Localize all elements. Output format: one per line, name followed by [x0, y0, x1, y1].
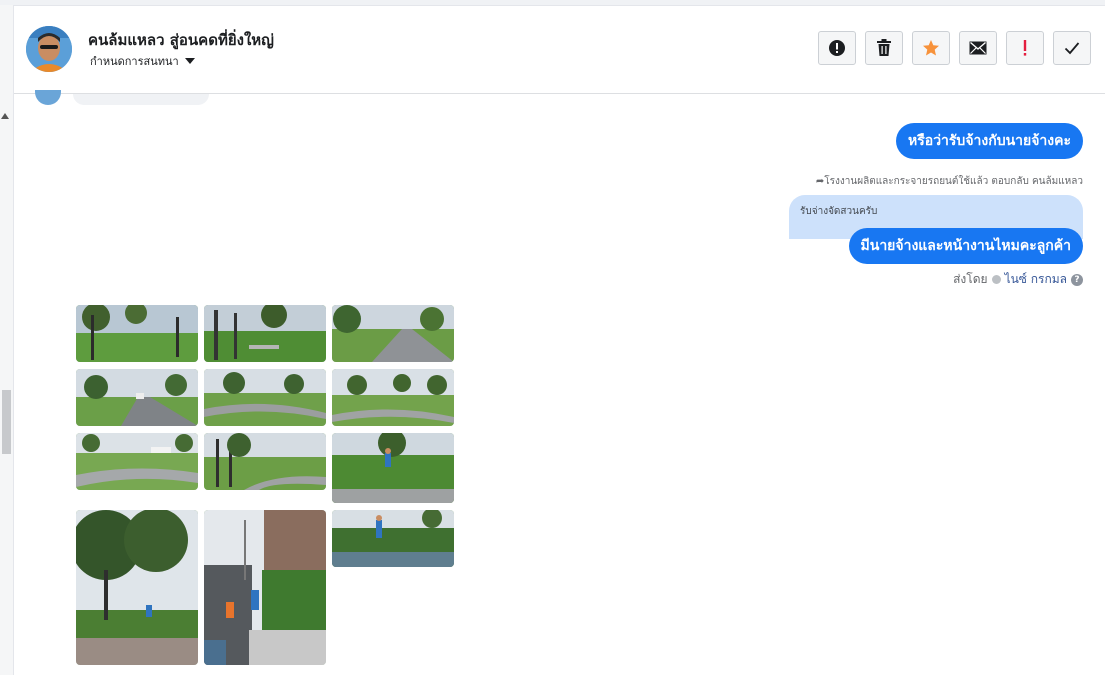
- scroll-up-arrow-icon[interactable]: [1, 113, 9, 119]
- attachment-photo[interactable]: [76, 369, 198, 426]
- contact-avatar-small: [35, 90, 61, 105]
- attachment-photo[interactable]: [332, 369, 454, 426]
- outgoing-message-bubble: มีนายจ้างและหน้างานไหมคะลูกค้า: [848, 228, 1083, 264]
- exclamation-icon: [1023, 40, 1027, 56]
- help-icon[interactable]: ?: [1071, 273, 1083, 286]
- reply-arrow-icon: ➦: [815, 176, 825, 187]
- attachment-photo[interactable]: [332, 305, 454, 362]
- mark-unread-button[interactable]: [959, 31, 997, 65]
- attachment-photo[interactable]: [76, 305, 198, 362]
- star-icon: [923, 40, 939, 56]
- sender-name[interactable]: ไนซ์ กรกมล: [1005, 270, 1067, 289]
- star-button[interactable]: [912, 31, 950, 65]
- attachment-photo[interactable]: [204, 433, 326, 490]
- left-scrollbar[interactable]: [0, 5, 14, 675]
- attachment-photo[interactable]: [76, 510, 198, 665]
- outgoing-message-bubble: หรือว่ารับจ้างกับนายจ้างคะ: [896, 123, 1083, 159]
- conversation-schedule-dropdown[interactable]: กำหนดการสนทนา: [90, 52, 195, 70]
- incoming-message-bubble: [73, 94, 209, 105]
- mark-spam-button[interactable]: [818, 31, 856, 65]
- scroll-thumb[interactable]: [2, 390, 11, 454]
- checkmark-icon: [1064, 42, 1080, 55]
- attachment-photo[interactable]: [76, 433, 198, 490]
- delete-button[interactable]: [865, 31, 903, 65]
- conversation-title: คนล้มแหลว สู่อนคดที่ยิ่งใหญ่: [88, 31, 274, 49]
- subtitle-label: กำหนดการสนทนา: [90, 55, 179, 68]
- attachment-photo[interactable]: [332, 433, 454, 503]
- trash-icon: [877, 39, 891, 56]
- mark-important-button[interactable]: [1006, 31, 1044, 65]
- attachment-photo[interactable]: [204, 369, 326, 426]
- attachment-photo[interactable]: [332, 510, 454, 567]
- sent-by-label: ส่งโดย: [953, 272, 988, 286]
- envelope-icon: [969, 41, 987, 55]
- attachment-photo[interactable]: [204, 305, 326, 362]
- reply-meta-text: โรงงานผลิตและกระจายรถยนต์ใช้แล้ว ตอบกลับ…: [824, 176, 1083, 187]
- mark-done-button[interactable]: [1053, 31, 1091, 65]
- reply-meta: ➦โรงงานผลิตและกระจายรถยนต์ใช้แล้ว ตอบกลั…: [816, 174, 1083, 189]
- contact-avatar[interactable]: [26, 26, 72, 72]
- sent-by-info: ส่งโดย ไนซ์ กรกมล ?: [953, 270, 1083, 289]
- header-toolbar: [818, 31, 1091, 65]
- caret-down-icon: [184, 58, 195, 64]
- attachment-photo[interactable]: [204, 510, 326, 665]
- alert-circle-icon: [829, 40, 845, 56]
- conversation-header: คนล้มแหลว สู่อนคดที่ยิ่งใหญ่ กำหนดการสนท…: [14, 6, 1105, 94]
- verified-icon: [991, 275, 1001, 284]
